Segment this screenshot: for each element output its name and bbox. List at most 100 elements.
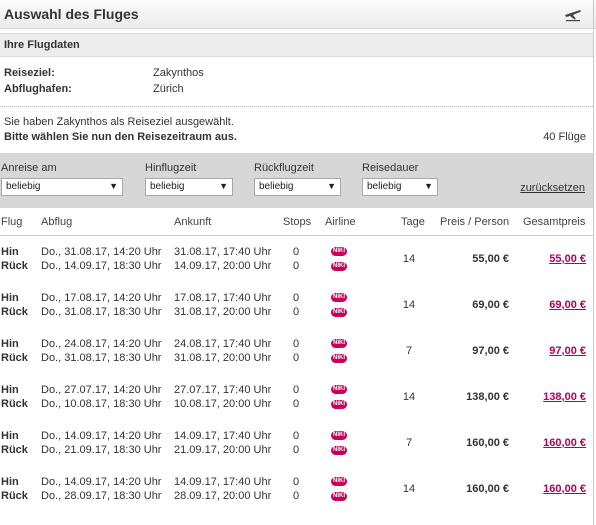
tage-value: 14	[402, 253, 416, 265]
table-row[interactable]: Hin Rück Do., 17.08.17, 14:20 Uhr Do., 31.0…	[0, 284, 593, 330]
hinflugzeit-select-value: beliebig	[150, 181, 185, 192]
table-row[interactable]: Hin Rück Do., 14.09.17, 14:20 Uhr Do., 28.0…	[0, 468, 593, 514]
flight-leg-rueck: Rück	[1, 260, 28, 272]
stops-return: 0	[293, 490, 300, 502]
dropdown-arrow-icon: ▼	[424, 181, 433, 191]
col-gesamtpreis[interactable]: Gesamtpreis	[523, 216, 585, 228]
total-price-link[interactable]: 138,00 €	[520, 390, 586, 404]
arrival-return: 10.08.17, 20:00 Uhr	[174, 398, 272, 410]
airline-logo-icon: NIKI	[331, 431, 347, 440]
departure-outbound: Do., 17.08.17, 14:20 Uhr	[41, 292, 162, 304]
arrival-return: 31.08.17, 20:00 Uhr	[174, 306, 272, 318]
table-row[interactable]: Hin Rück Do., 14.09.17, 14:20 Uhr Do., 21.0…	[0, 422, 593, 468]
flight-leg-hin: Hin	[1, 338, 19, 350]
airline-logo-icon: NIKI	[331, 400, 347, 409]
flight-leg-hin: Hin	[1, 430, 19, 442]
anreise-select[interactable]: beliebig ▼	[1, 178, 123, 196]
col-ankunft[interactable]: Ankunft	[174, 216, 211, 228]
total-price-link[interactable]: 160,00 €	[520, 482, 586, 496]
stops-outbound: 0	[293, 476, 300, 488]
col-tage[interactable]: Tage	[401, 216, 425, 228]
abflughafen-value: Zürich	[153, 83, 184, 95]
total-price-link[interactable]: 97,00 €	[520, 344, 586, 358]
hinflugzeit-select[interactable]: beliebig ▼	[145, 178, 233, 196]
divider	[0, 106, 593, 107]
total-price-link[interactable]: 160,00 €	[520, 436, 586, 450]
flugdaten-heading-bar: Ihre Flugdaten	[0, 33, 593, 57]
info-text: Sie haben Zakynthos als Reiseziel ausgew…	[4, 116, 234, 128]
departure-outbound: Do., 14.09.17, 14:20 Uhr	[41, 476, 162, 488]
airline-logo-icon: NIKI	[331, 385, 347, 394]
arrival-outbound: 27.07.17, 17:40 Uhr	[174, 384, 272, 396]
arrival-return: 14.09.17, 20:00 Uhr	[174, 260, 272, 272]
flight-leg-rueck: Rück	[1, 398, 28, 410]
airline-logo-icon: NIKI	[331, 492, 347, 501]
hinflugzeit-label: Hinflugzeit	[145, 162, 197, 174]
reisedauer-label: Reisedauer	[362, 162, 419, 174]
departure-outbound: Do., 31.08.17, 14:20 Uhr	[41, 246, 162, 258]
stops-return: 0	[293, 398, 300, 410]
page-header: Auswahl des Fluges	[0, 0, 596, 29]
dropdown-arrow-icon: ▼	[109, 181, 118, 191]
airline-logo-icon: NIKI	[331, 293, 347, 302]
col-abflug[interactable]: Abflug	[41, 216, 72, 228]
abflughafen-label: Abflughafen:	[4, 83, 72, 95]
table-header: Flug Abflug Ankunft Stops Airline Tage P…	[0, 208, 593, 236]
flight-leg-rueck: Rück	[1, 352, 28, 364]
stops-return: 0	[293, 260, 300, 272]
col-flug[interactable]: Flug	[1, 216, 22, 228]
tage-value: 14	[402, 299, 416, 311]
table-row[interactable]: Hin Rück Do., 27.07.17, 14:20 Uhr Do., 10.0…	[0, 376, 593, 422]
arrival-return: 21.09.17, 20:00 Uhr	[174, 444, 272, 456]
flight-leg-hin: Hin	[1, 476, 19, 488]
tage-value: 7	[405, 437, 413, 449]
reisedauer-select-value: beliebig	[367, 181, 402, 192]
arrival-return: 31.08.17, 20:00 Uhr	[174, 352, 272, 364]
rueckflugzeit-select[interactable]: beliebig ▼	[254, 178, 341, 196]
dropdown-arrow-icon: ▼	[219, 181, 228, 191]
tage-value: 14	[402, 391, 416, 403]
stops-outbound: 0	[293, 292, 300, 304]
departure-return: Do., 14.09.17, 18:30 Uhr	[41, 260, 162, 272]
airline-logo-icon: NIKI	[331, 262, 347, 271]
arrival-outbound: 31.08.17, 17:40 Uhr	[174, 246, 272, 258]
table-row[interactable]: Hin Rück Do., 31.08.17, 14:20 Uhr Do., 14.0…	[0, 238, 593, 284]
arrival-outbound: 17.08.17, 17:40 Uhr	[174, 292, 272, 304]
anreise-select-value: beliebig	[6, 181, 41, 192]
departure-outbound: Do., 14.09.17, 14:20 Uhr	[41, 430, 162, 442]
price-per-person: 138,00 €	[466, 391, 509, 403]
arrival-outbound: 24.08.17, 17:40 Uhr	[174, 338, 272, 350]
col-stops[interactable]: Stops	[283, 216, 311, 228]
tage-value: 14	[402, 483, 416, 495]
airline-logo-icon: NIKI	[331, 446, 347, 455]
reisedauer-select[interactable]: beliebig ▼	[362, 178, 438, 196]
departure-outbound: Do., 24.08.17, 14:20 Uhr	[41, 338, 162, 350]
anreise-label: Anreise am	[1, 162, 57, 174]
price-per-person: 69,00 €	[472, 299, 509, 311]
airline-logo-icon: NIKI	[331, 477, 347, 486]
table-row[interactable]: Hin Rück Do., 24.08.17, 14:20 Uhr Do., 31.0…	[0, 330, 593, 376]
col-preis[interactable]: Preis / Person	[440, 216, 509, 228]
reset-filters-link[interactable]: zurücksetzen	[520, 182, 585, 194]
flight-count: 40 Flüge	[543, 131, 586, 143]
stops-outbound: 0	[293, 384, 300, 396]
airline-logo-icon: NIKI	[331, 247, 347, 256]
departure-return: Do., 31.08.17, 18:30 Uhr	[41, 306, 162, 318]
rueckflugzeit-label: Rückflugzeit	[254, 162, 314, 174]
price-per-person: 160,00 €	[466, 437, 509, 449]
stops-return: 0	[293, 306, 300, 318]
info-instruction: Bitte wählen Sie nun den Reisezeitraum a…	[4, 131, 237, 143]
arrival-outbound: 14.09.17, 17:40 Uhr	[174, 430, 272, 442]
flight-leg-rueck: Rück	[1, 490, 28, 502]
col-airline[interactable]: Airline	[325, 216, 356, 228]
right-border	[593, 0, 594, 525]
total-price-link[interactable]: 55,00 €	[520, 252, 586, 266]
flight-leg-hin: Hin	[1, 246, 19, 258]
reiseziel-label: Reiseziel:	[4, 67, 55, 79]
flight-leg-hin: Hin	[1, 384, 19, 396]
stops-return: 0	[293, 352, 300, 364]
price-per-person: 160,00 €	[466, 483, 509, 495]
total-price-link[interactable]: 69,00 €	[520, 298, 586, 312]
filter-bar: Anreise am beliebig ▼ Hinflugzeit belieb…	[0, 153, 593, 208]
flight-leg-hin: Hin	[1, 292, 19, 304]
